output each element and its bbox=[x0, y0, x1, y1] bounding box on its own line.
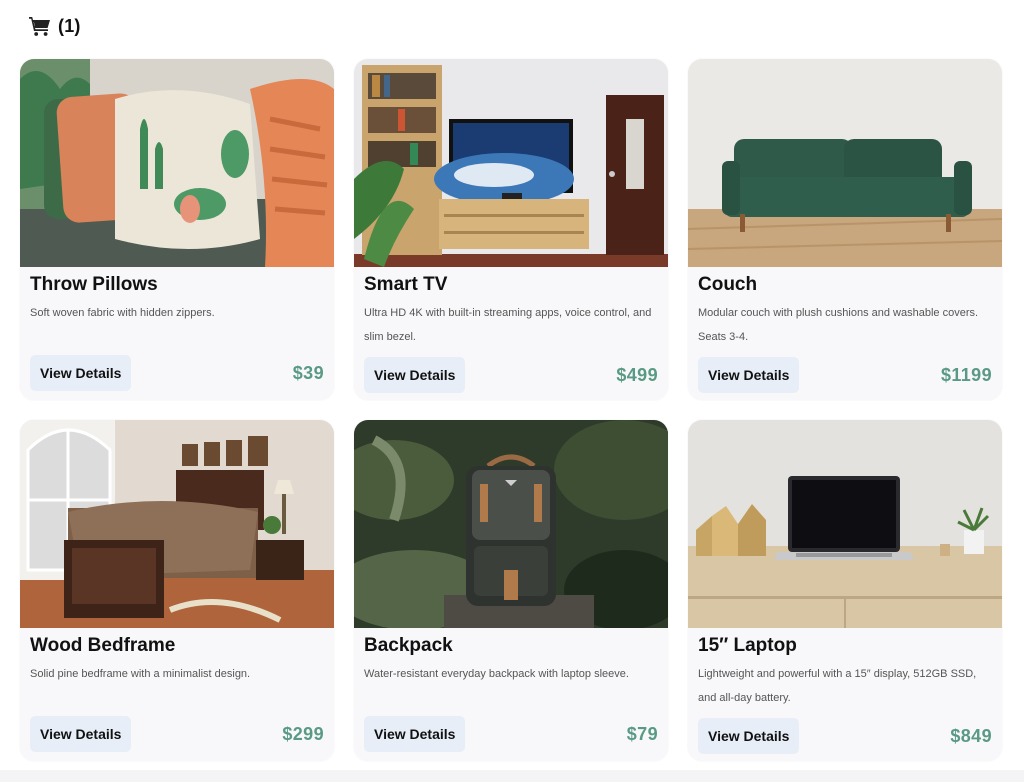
product-card: 15″ Laptop Lightweight and powerful with… bbox=[688, 420, 1002, 761]
product-image bbox=[354, 59, 668, 267]
view-details-button[interactable]: View Details bbox=[30, 716, 132, 752]
cart-button[interactable]: (1) bbox=[28, 14, 81, 38]
product-title: Couch bbox=[698, 274, 758, 295]
product-title: Wood Bedframe bbox=[30, 635, 176, 656]
product-title: 15″ Laptop bbox=[698, 635, 797, 656]
product-image bbox=[688, 59, 1002, 267]
view-details-button[interactable]: View Details bbox=[30, 355, 132, 391]
product-card: Smart TV Ultra HD 4K with built-in strea… bbox=[354, 59, 668, 400]
product-title: Throw Pillows bbox=[30, 274, 158, 295]
shopping-cart-icon bbox=[29, 17, 50, 36]
product-description: Water-resistant everyday backpack with l… bbox=[364, 668, 629, 680]
product-title: Smart TV bbox=[364, 274, 448, 295]
product-card: Couch Modular couch with plush cushions … bbox=[688, 59, 1002, 400]
product-card: Backpack Water-resistant everyday backpa… bbox=[354, 420, 668, 761]
product-price: $299 bbox=[282, 723, 324, 744]
page-footer-strip bbox=[0, 770, 1024, 782]
product-description: Solid pine bedframe with a minimalist de… bbox=[30, 668, 251, 680]
product-price: $79 bbox=[626, 723, 658, 744]
product-description: Ultra HD 4K with built-in streaming apps… bbox=[364, 307, 652, 343]
view-details-button[interactable]: View Details bbox=[364, 357, 466, 393]
product-card: Throw Pillows Soft woven fabric with hid… bbox=[20, 59, 334, 400]
product-price: $1199 bbox=[940, 364, 992, 385]
product-grid: Throw Pillows Soft woven fabric with hid… bbox=[20, 59, 1002, 761]
product-card: Wood Bedframe Solid pine bedframe with a… bbox=[20, 420, 334, 761]
product-price: $499 bbox=[616, 364, 658, 385]
product-image bbox=[688, 420, 1002, 628]
product-price: $39 bbox=[292, 362, 324, 383]
product-description: Lightweight and powerful with a 15″ disp… bbox=[698, 668, 977, 704]
product-title: Backpack bbox=[364, 635, 453, 656]
product-description: Modular couch with plush cushions and wa… bbox=[698, 307, 979, 343]
product-listing-page: (1) Throw Pillows Soft woven fabric with… bbox=[0, 0, 1024, 782]
cart-count: (1) bbox=[58, 15, 81, 36]
product-price: $849 bbox=[950, 725, 992, 746]
product-image bbox=[354, 420, 668, 628]
product-image bbox=[20, 420, 334, 628]
view-details-button[interactable]: View Details bbox=[698, 718, 800, 754]
product-description: Soft woven fabric with hidden zippers. bbox=[30, 307, 215, 319]
product-image bbox=[20, 59, 334, 267]
view-details-button[interactable]: View Details bbox=[364, 716, 466, 752]
view-details-button[interactable]: View Details bbox=[698, 357, 800, 393]
